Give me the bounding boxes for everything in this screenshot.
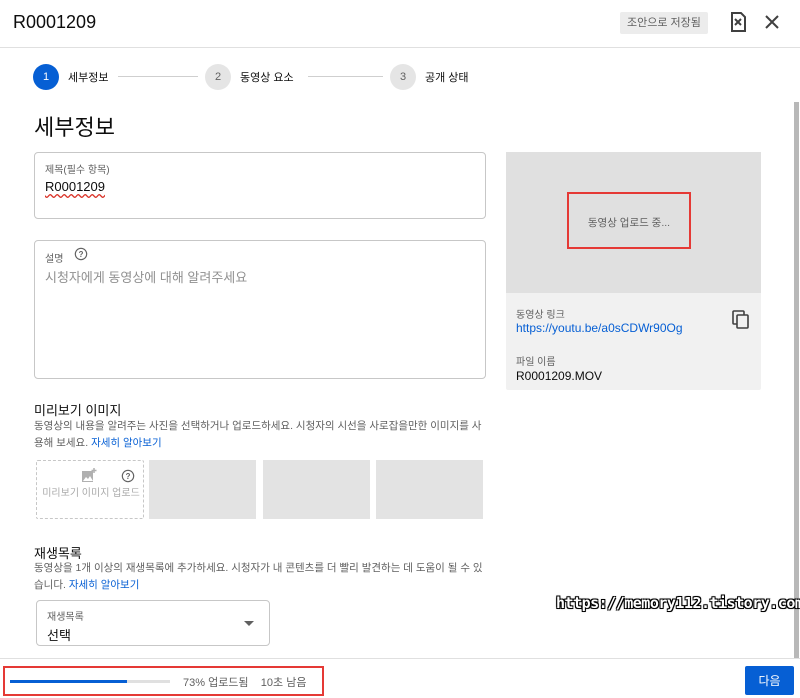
upload-progress-fill (10, 680, 127, 683)
step-label: 세부정보 (68, 72, 109, 84)
thumbnail-option[interactable] (376, 460, 483, 519)
upload-progress-bar (10, 680, 170, 683)
step-connector (118, 76, 198, 77)
thumbnail-upload-label: 미리보기 이미지 업로드 (42, 488, 140, 499)
uploading-status: 동영상 업로드 중... (587, 217, 671, 229)
title-field[interactable]: 제목(필수 항목) R0001209 (34, 152, 486, 219)
playlist-select-label: 재생목록 (47, 612, 84, 623)
video-info-panel: 동영상 업로드 중... 동영상 링크 https://youtu.be/a0s… (506, 152, 761, 390)
video-title: R0001209 (13, 12, 97, 32)
thumbnail-learn-more-link[interactable]: 자세히 알아보기 (91, 437, 162, 449)
step-video-elements[interactable]: 2 동영상 요소 (205, 62, 294, 92)
video-link-label: 동영상 링크 (516, 310, 565, 321)
filename-value: R0001209.MOV (516, 369, 603, 383)
feedback-icon[interactable] (726, 10, 750, 34)
copy-icon[interactable] (732, 310, 750, 330)
thumbnail-upload-button[interactable]: ? 미리보기 이미지 업로드 (36, 460, 144, 519)
description-placeholder: 시청자에게 동영상에 대해 알려주세요 (45, 270, 248, 285)
step-label: 동영상 요소 (240, 72, 294, 84)
upload-percent: 73% 업로드됨 (183, 677, 249, 689)
title-field-label: 제목(필수 항목) (45, 165, 110, 176)
title-field-value[interactable]: R0001209 (45, 179, 105, 194)
playlist-description: 동영상을 1개 이상의 재생목록에 추가하세요. 시청자가 내 콘텐츠를 더 빨… (34, 560, 484, 594)
thumbnail-option[interactable] (149, 460, 256, 519)
section-heading: 세부정보 (34, 115, 115, 140)
help-icon[interactable]: ? (121, 469, 135, 483)
blog-watermark: https://memory112.tistory.com (556, 594, 800, 612)
thumbnail-heading: 미리보기 이미지 (34, 403, 122, 418)
playlist-select[interactable]: 재생목록 선택 (36, 600, 270, 646)
close-icon[interactable] (760, 10, 784, 34)
upload-progress-highlight: 73% 업로드됨 10초 남음 (3, 666, 324, 696)
video-link[interactable]: https://youtu.be/a0sCDWr90Og (516, 321, 683, 335)
step-label: 공개 상태 (425, 72, 469, 84)
description-field-label: 설명 (45, 254, 64, 265)
dialog-header: R0001209 조안으로 저장됨 (0, 0, 800, 48)
playlist-select-value: 선택 (47, 628, 71, 643)
next-button[interactable]: 다음 (745, 666, 794, 695)
draft-status-badge: 조안으로 저장됨 (620, 12, 708, 34)
description-field[interactable]: 설명 ? 시청자에게 동영상에 대해 알려주세요 (34, 240, 486, 379)
help-icon[interactable]: ? (74, 247, 88, 261)
playlist-learn-more-link[interactable]: 자세히 알아보기 (69, 579, 140, 591)
step-details[interactable]: 1 세부정보 (33, 62, 108, 92)
svg-text:?: ? (79, 250, 84, 259)
svg-text:?: ? (126, 472, 131, 481)
step-connector (308, 76, 383, 77)
upload-stepper: 1 세부정보 2 동영상 요소 3 공개 상태 (33, 62, 493, 92)
scrollbar-thumb[interactable] (794, 102, 799, 658)
thumbnail-option[interactable] (263, 460, 370, 519)
step-number: 1 (33, 64, 59, 90)
thumbnail-description: 동영상의 내용을 알려주는 사진을 선택하거나 업로드하세요. 시청자의 시선을… (34, 418, 484, 452)
step-number: 3 (390, 64, 416, 90)
filename-label: 파일 이름 (516, 357, 556, 368)
add-photo-icon (82, 468, 97, 482)
step-number: 2 (205, 64, 231, 90)
dropdown-caret-icon (244, 621, 254, 626)
upload-progress-text: 73% 업로드됨 10초 남음 (183, 674, 306, 690)
uploading-highlight: 동영상 업로드 중... (567, 192, 691, 249)
upload-time-left: 10초 남음 (260, 677, 307, 689)
dialog-footer: 73% 업로드됨 10초 남음 다음 (0, 658, 800, 698)
step-visibility[interactable]: 3 공개 상태 (390, 62, 469, 92)
video-preview: 동영상 업로드 중... (506, 152, 761, 293)
